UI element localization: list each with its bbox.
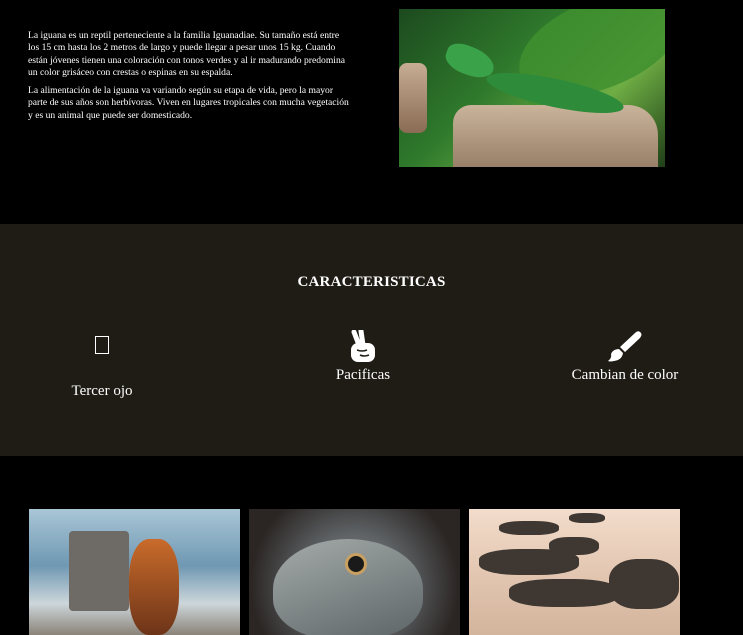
feature-tercer-ojo: Tercer ojo — [56, 336, 148, 400]
intro-text: La iguana es un reptil perteneciente a l… — [28, 30, 350, 128]
gallery-image-orange-iguana — [29, 509, 240, 635]
gallery-image-iguanas-beach — [469, 509, 680, 635]
features-section: CARACTERISTICAS Tercer ojo Pacificas Cam… — [0, 224, 743, 456]
gallery-image-iguana-head — [249, 509, 460, 635]
feature-label: Cambian de color — [571, 367, 679, 383]
feature-cambian-de-color: Cambian de color — [555, 330, 695, 384]
features-title: CARACTERISTICAS — [297, 274, 446, 290]
intro-paragraph-1: La iguana es un reptil perteneciente a l… — [28, 30, 346, 78]
feature-label: Tercer ojo — [71, 383, 133, 399]
feature-pacificas: Pacificas — [318, 330, 408, 384]
intro-paragraph-2: La alimentación de la iguana va variando… — [28, 85, 349, 121]
hero-iguana-image — [399, 9, 665, 167]
missing-glyph-icon — [95, 336, 109, 354]
peace-hand-icon — [351, 330, 375, 362]
paint-brush-icon — [608, 331, 642, 362]
feature-label: Pacificas — [335, 367, 391, 383]
